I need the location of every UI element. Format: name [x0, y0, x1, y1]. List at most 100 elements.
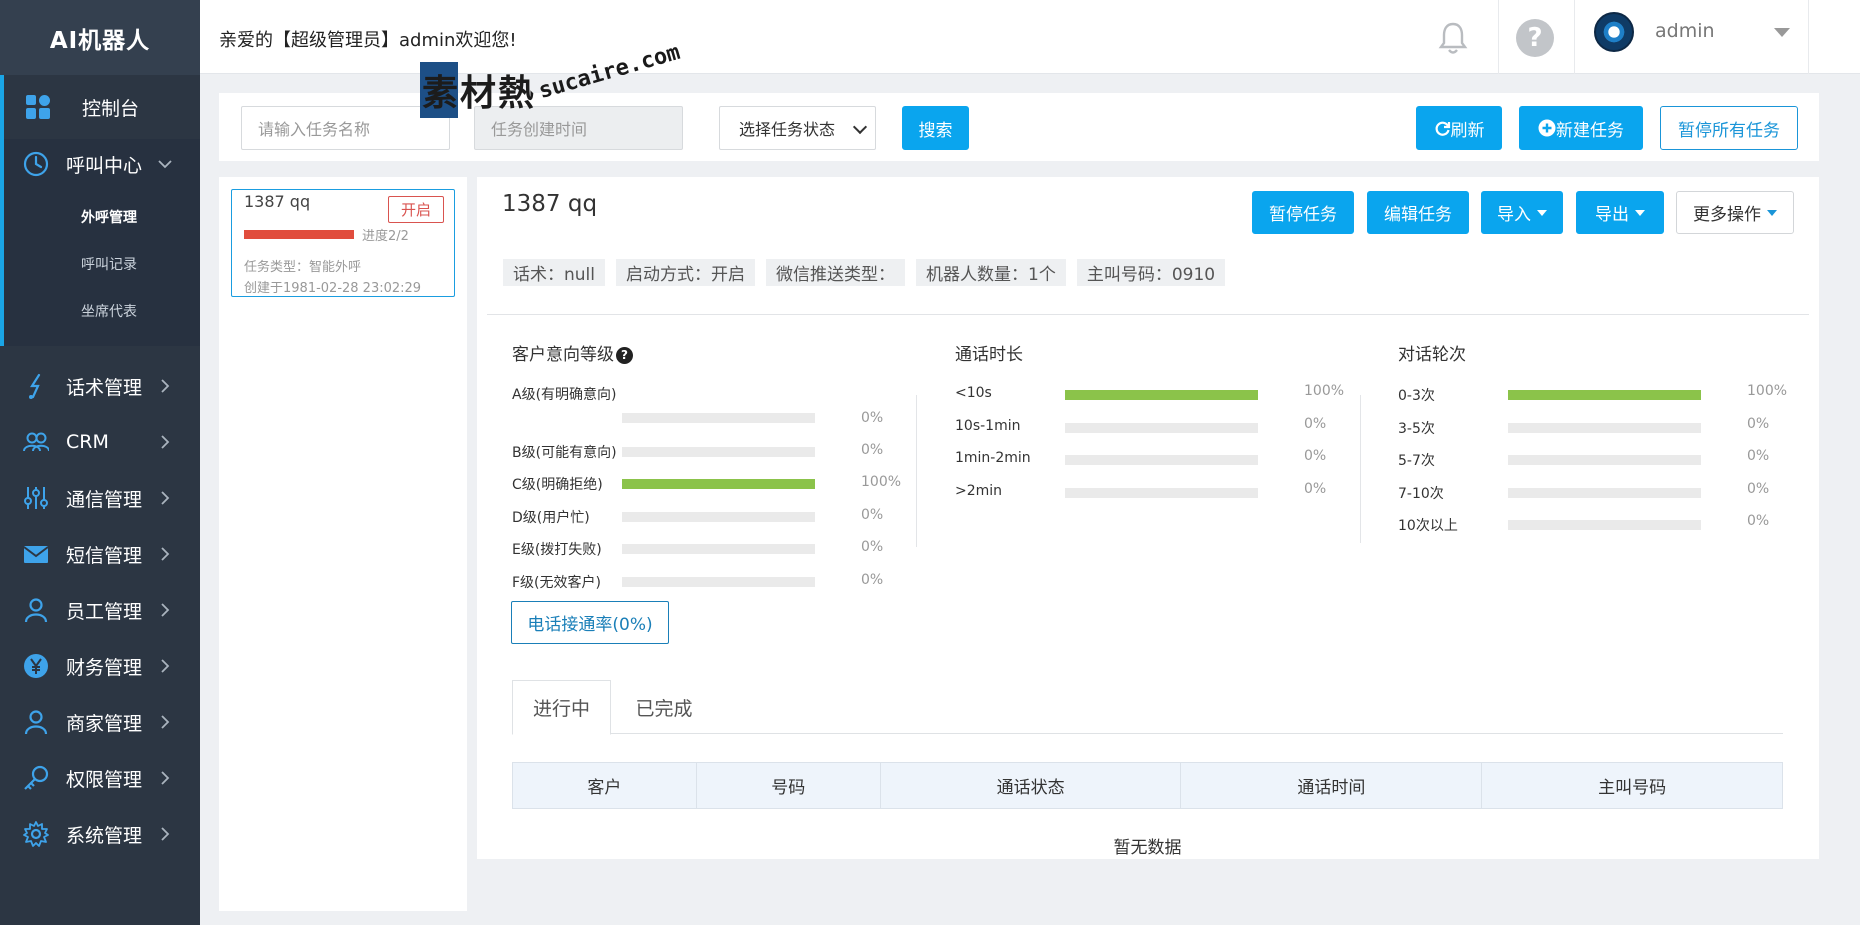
- duration-title: 通话时长: [955, 345, 1023, 365]
- chevron-right-icon: [161, 715, 170, 729]
- help-icon[interactable]: ?: [1516, 19, 1554, 57]
- new-task-button[interactable]: 新建任务: [1519, 106, 1643, 150]
- sidebar-item-system[interactable]: 系统管理: [0, 806, 200, 862]
- task-title: 1387 qq: [502, 191, 598, 217]
- sidebar-item-telecom[interactable]: 通信管理: [0, 470, 200, 526]
- sliders-icon: [22, 484, 50, 512]
- import-button[interactable]: 导入: [1481, 191, 1563, 234]
- intent-row-label: E级(拨打失败): [512, 542, 602, 558]
- duration-row-bar: [1065, 488, 1258, 498]
- col-caller-number[interactable]: 主叫号码: [1481, 762, 1783, 809]
- info-chip: 启动方式：开启: [616, 259, 755, 286]
- column-divider: [916, 395, 917, 547]
- intent-row-bar: [622, 479, 815, 489]
- task-created: 创建于1981-02-28 23:02:29: [244, 281, 422, 296]
- sidebar-item-staff[interactable]: 员工管理: [0, 582, 200, 638]
- sidebar-item-sms[interactable]: 短信管理: [0, 526, 200, 582]
- call-table: 客户 号码 通话状态 通话时间 主叫号码: [512, 762, 1783, 809]
- brand-logo: AI机器人: [0, 0, 200, 75]
- chevron-down-icon[interactable]: [1774, 28, 1790, 37]
- col-call-time[interactable]: 通话时间: [1180, 762, 1483, 809]
- refresh-button[interactable]: 刷新: [1416, 106, 1502, 150]
- col-customer[interactable]: 客户: [512, 762, 697, 809]
- intent-row-bar-fill: [622, 479, 815, 489]
- chevron-right-icon: [161, 659, 170, 673]
- task-name-input[interactable]: 请输入任务名称: [241, 106, 450, 150]
- task-status-select[interactable]: 选择任务状态: [719, 106, 876, 150]
- caret-down-icon: [1635, 209, 1645, 216]
- yen-icon: [22, 652, 50, 680]
- pause-all-button[interactable]: 暂停所有任务: [1660, 106, 1798, 150]
- sidebar-item-call-center[interactable]: 呼叫中心: [0, 139, 200, 189]
- rounds-row-bar-fill: [1508, 390, 1701, 400]
- sidebar-item-crm[interactable]: CRM: [0, 414, 200, 470]
- merchant-icon: [22, 708, 50, 736]
- envelope-icon: [22, 540, 50, 568]
- task-progress-fill: [244, 230, 354, 239]
- username[interactable]: admin: [1655, 20, 1715, 42]
- chevron-down-icon: [852, 119, 868, 135]
- edit-task-button[interactable]: 编辑任务: [1367, 191, 1469, 234]
- topbar-separator: [1808, 0, 1809, 74]
- info-chip: 机器人数量：1个: [916, 259, 1066, 286]
- chevron-right-icon: [161, 547, 170, 561]
- gear-icon: [22, 820, 50, 848]
- task-card[interactable]: 1387 qq 开启 进度2/2 任务类型：智能外呼 创建于1981-02-28…: [231, 189, 455, 297]
- sidebar-item-label: 员工管理: [66, 600, 143, 623]
- intent-row-label: B级(可能有意向): [512, 445, 617, 461]
- info-chip: 微信推送类型：: [766, 259, 905, 286]
- intent-row-percent: 0%: [861, 539, 884, 555]
- script-icon: [22, 372, 50, 400]
- sidebar-subitem-agents[interactable]: 坐席代表: [4, 289, 200, 336]
- more-actions-button[interactable]: 更多操作: [1676, 191, 1794, 234]
- status-tabs: 进行中 已完成: [512, 680, 1783, 735]
- export-label: 导出: [1595, 205, 1629, 225]
- duration-row-bar: [1065, 390, 1258, 400]
- col-call-status[interactable]: 通话状态: [879, 762, 1182, 809]
- bell-icon[interactable]: [1436, 20, 1470, 56]
- intent-row-label: D级(用户忙): [512, 510, 590, 526]
- task-status-badge: 开启: [388, 196, 444, 223]
- sidebar-item-label: 短信管理: [66, 544, 143, 567]
- sidebar-subitem-call-records[interactable]: 呼叫记录: [4, 242, 200, 289]
- connect-rate-button[interactable]: 电话接通率(0%): [511, 601, 669, 644]
- plus-circle-icon: [1538, 119, 1556, 137]
- sidebar-subitem-outbound[interactable]: 外呼管理: [4, 195, 200, 242]
- watermark: 素材熱 sucaire.com: [420, 40, 683, 122]
- intent-title-text: 客户意向等级: [512, 345, 614, 365]
- pause-task-button[interactable]: 暂停任务: [1252, 191, 1354, 234]
- sidebar-item-merchant[interactable]: 商家管理: [0, 694, 200, 750]
- tab-in-progress[interactable]: 进行中: [512, 680, 611, 735]
- duration-row-bar-fill: [1065, 390, 1258, 400]
- sidebar-item-finance[interactable]: 财务管理: [0, 638, 200, 694]
- tab-completed[interactable]: 已完成: [611, 680, 717, 734]
- chevron-right-icon: [161, 827, 170, 841]
- question-icon[interactable]: ?: [616, 346, 633, 364]
- new-task-label: 新建任务: [1556, 120, 1624, 141]
- task-card-name: 1387 qq: [244, 192, 311, 211]
- sidebar-item-label: CRM: [66, 431, 109, 453]
- key-icon: [22, 764, 50, 792]
- export-button[interactable]: 导出: [1576, 191, 1664, 234]
- info-chip: 主叫号码：0910: [1076, 259, 1226, 286]
- rounds-title: 对话轮次: [1398, 345, 1466, 365]
- search-button[interactable]: 搜索: [902, 106, 969, 150]
- col-number[interactable]: 号码: [695, 762, 881, 809]
- duration-row-label: 10s-1min: [955, 418, 1021, 434]
- chevron-down-icon: [158, 160, 172, 169]
- duration-row-percent: 0%: [1304, 448, 1327, 464]
- avatar[interactable]: [1594, 12, 1634, 52]
- caret-down-icon: [1537, 209, 1547, 216]
- intent-row-bar: [622, 447, 815, 457]
- rounds-row-percent: 0%: [1747, 481, 1770, 497]
- duration-row-label: >2min: [955, 483, 1003, 499]
- sidebar-item-dashboard[interactable]: 控制台: [0, 75, 200, 139]
- duration-row-percent: 100%: [1304, 383, 1345, 399]
- intent-row-percent: 0%: [861, 442, 884, 458]
- sidebar-item-permission[interactable]: 权限管理: [0, 750, 200, 806]
- task-progress-text: 进度2/2: [362, 229, 409, 244]
- sidebar-item-script[interactable]: 话术管理: [0, 358, 200, 414]
- caret-down-icon: [1767, 209, 1777, 216]
- intent-row-bar: [622, 413, 815, 423]
- crm-icon: [22, 428, 50, 456]
